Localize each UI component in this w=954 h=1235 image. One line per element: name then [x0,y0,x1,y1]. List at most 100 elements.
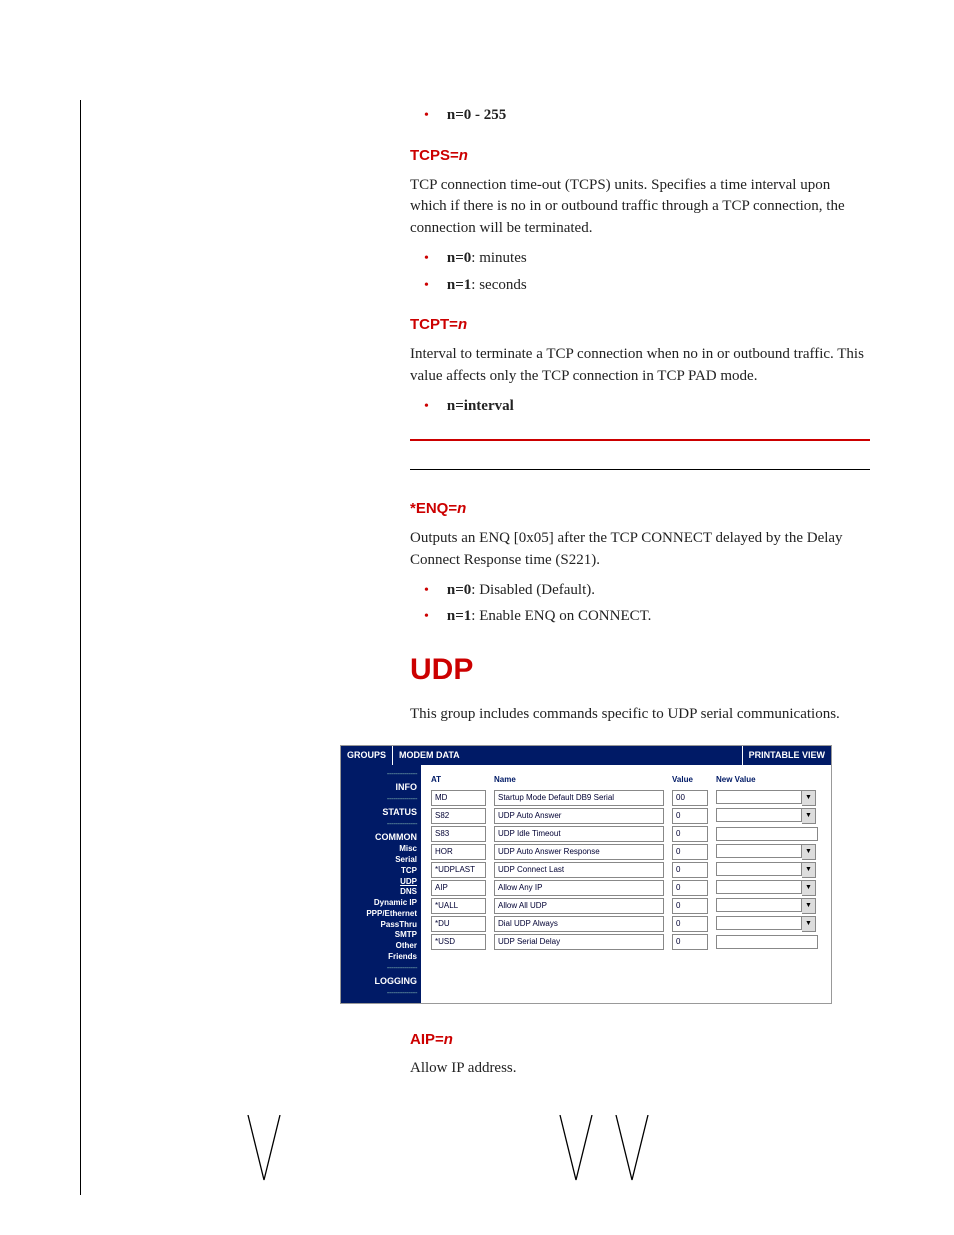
table-row: *DUDial UDP Always0▼ [427,915,825,933]
sidebar-item-logging[interactable]: LOGGING [345,975,417,987]
bullet-rest: : Disabled (Default). [471,582,595,598]
bullet-bold: n=1 [447,277,471,293]
cell-name: UDP Idle Timeout [494,826,664,842]
chevron-down-icon[interactable]: ▼ [802,862,816,878]
cell-value: 0 [672,898,708,914]
new-value-dropdown[interactable]: ▼ [716,898,816,914]
sidebar-item-dynamic-ip[interactable]: Dynamic IP [345,898,417,909]
new-value-input[interactable] [716,827,818,841]
heading-tcpt: TCPT=n [410,314,870,336]
cell-value: 0 [672,880,708,896]
cell-value: 00 [672,790,708,806]
sidebar-item-misc[interactable]: Misc [345,844,417,855]
th-new-value: New Value [712,771,825,789]
chevron-down-icon[interactable]: ▼ [802,808,816,824]
figure-table-area: AT Name Value New Value MDStartup Mode D… [421,765,831,1002]
sidebar-item-dns[interactable]: DNS [345,887,417,898]
tab-modem-data[interactable]: MODEM DATA [393,746,742,765]
cell-name: Allow Any IP [494,880,664,896]
cell-name: UDP Auto Answer [494,808,664,824]
chevron-down-icon[interactable]: ▼ [802,916,816,932]
bullet-text: n=0: minutes [447,248,870,270]
sidebar-item-status[interactable]: STATUS [345,806,417,818]
cell-at: S82 [431,808,486,824]
chevron-down-icon[interactable]: ▼ [802,844,816,860]
table-row: S83UDP Idle Timeout0 [427,825,825,843]
new-value-input[interactable] [716,935,818,949]
chevron-down-icon[interactable]: ▼ [802,790,816,806]
cell-at: *USD [431,934,486,950]
new-value-dropdown[interactable]: ▼ [716,862,816,878]
new-value-dropdown[interactable]: ▼ [716,844,816,860]
bullet-item: • n=0: Disabled (Default). [410,580,870,602]
sidebar-sep: -------------- [345,794,417,805]
sidebar-sep: -------------- [345,963,417,974]
config-figure: GROUPS MODEM DATA PRINTABLE VIEW -------… [340,745,832,1003]
tab-printable-view[interactable]: PRINTABLE VIEW [742,746,831,765]
cmd-label: TCPS= [410,147,459,164]
cell-value: 0 [672,844,708,860]
sidebar-item-info[interactable]: INFO [345,781,417,793]
heading-tcps: TCPS=n [410,145,870,167]
cell-value: 0 [672,934,708,950]
chevron-down-icon[interactable]: ▼ [802,898,816,914]
sidebar-sep: -------------- [345,769,417,780]
sidebar-sep: -------------- [345,819,417,830]
new-value-dropdown[interactable]: ▼ [716,790,816,806]
cmd-var: n [458,316,467,333]
tab-groups[interactable]: GROUPS [341,746,393,765]
sidebar-item-smtp[interactable]: SMTP [345,930,417,941]
th-name: Name [490,771,668,789]
para-tcps: TCP connection time-out (TCPS) units. Sp… [410,175,870,240]
bullet-icon: • [424,275,429,296]
table-row: *UDPLAST UDP Connect Last 0 ▼ [427,861,825,879]
table-row: MDStartup Mode Default DB9 Serial00▼ [427,789,825,807]
sidebar-item-serial[interactable]: Serial [345,855,417,866]
left-margin-rule [80,100,81,1195]
bullet-icon: • [424,248,429,269]
heading-aip: AIP=n [410,1029,870,1051]
figure-sidebar: -------------- INFO -------------- STATU… [341,765,421,1002]
bullet-bold: n=0 [447,250,471,266]
cmd-var: n [459,147,468,164]
chevron-down-icon[interactable]: ▼ [802,880,816,896]
sidebar-item-friends[interactable]: Friends [345,952,417,963]
cell-value: 0 [672,862,708,878]
cell-value: 0 [672,808,708,824]
bullet-item: • n=0: minutes [410,248,870,270]
main-content: • n=0 - 255 TCPS=n TCP connection time-o… [410,105,870,1080]
table-row: HORUDP Auto Answer Response0▼ [427,843,825,861]
sidebar-item-tcp[interactable]: TCP [345,866,417,877]
bullet-text: n=1: seconds [447,275,870,297]
sidebar-item-other[interactable]: Other [345,941,417,952]
sidebar-item-passthru[interactable]: PassThru [345,920,417,931]
table-row: *USD UDP Serial Delay 0 [427,933,825,951]
heading-udp: UDP [410,648,870,692]
bullet-text: n=interval [447,398,514,414]
th-at: AT [427,771,490,789]
new-value-dropdown[interactable]: ▼ [716,808,816,824]
cell-at: AIP [431,880,486,896]
table-row: AIP Allow Any IP 0 ▼ [427,879,825,897]
cell-at: MD [431,790,486,806]
cell-name: UDP Serial Delay [494,934,664,950]
figure-header: GROUPS MODEM DATA PRINTABLE VIEW [341,746,831,765]
cell-name: UDP Connect Last [494,862,664,878]
bullet-item: • n=1: Enable ENQ on CONNECT. [410,606,870,628]
cmd-label: TCPT= [410,316,458,333]
cmd-var: n [444,1031,453,1048]
sidebar-item-ppp-ethernet[interactable]: PPP/Ethernet [345,909,417,920]
para-udp-intro: This group includes commands specific to… [410,704,870,726]
para-tcpt: Interval to terminate a TCP connection w… [410,344,870,388]
sidebar-item-common[interactable]: COMMON [345,831,417,843]
bullet-icon: • [424,580,429,601]
th-value: Value [668,771,712,789]
new-value-dropdown[interactable]: ▼ [716,880,816,896]
cell-at: *UDPLAST [431,862,486,878]
sidebar-item-udp[interactable]: UDP [345,877,417,888]
bullet-item: • n=interval [410,396,870,418]
bullet-text: n=1: Enable ENQ on CONNECT. [447,606,870,628]
new-value-dropdown[interactable]: ▼ [716,916,816,932]
bullet-rest: : seconds [471,277,526,293]
cell-value: 0 [672,916,708,932]
